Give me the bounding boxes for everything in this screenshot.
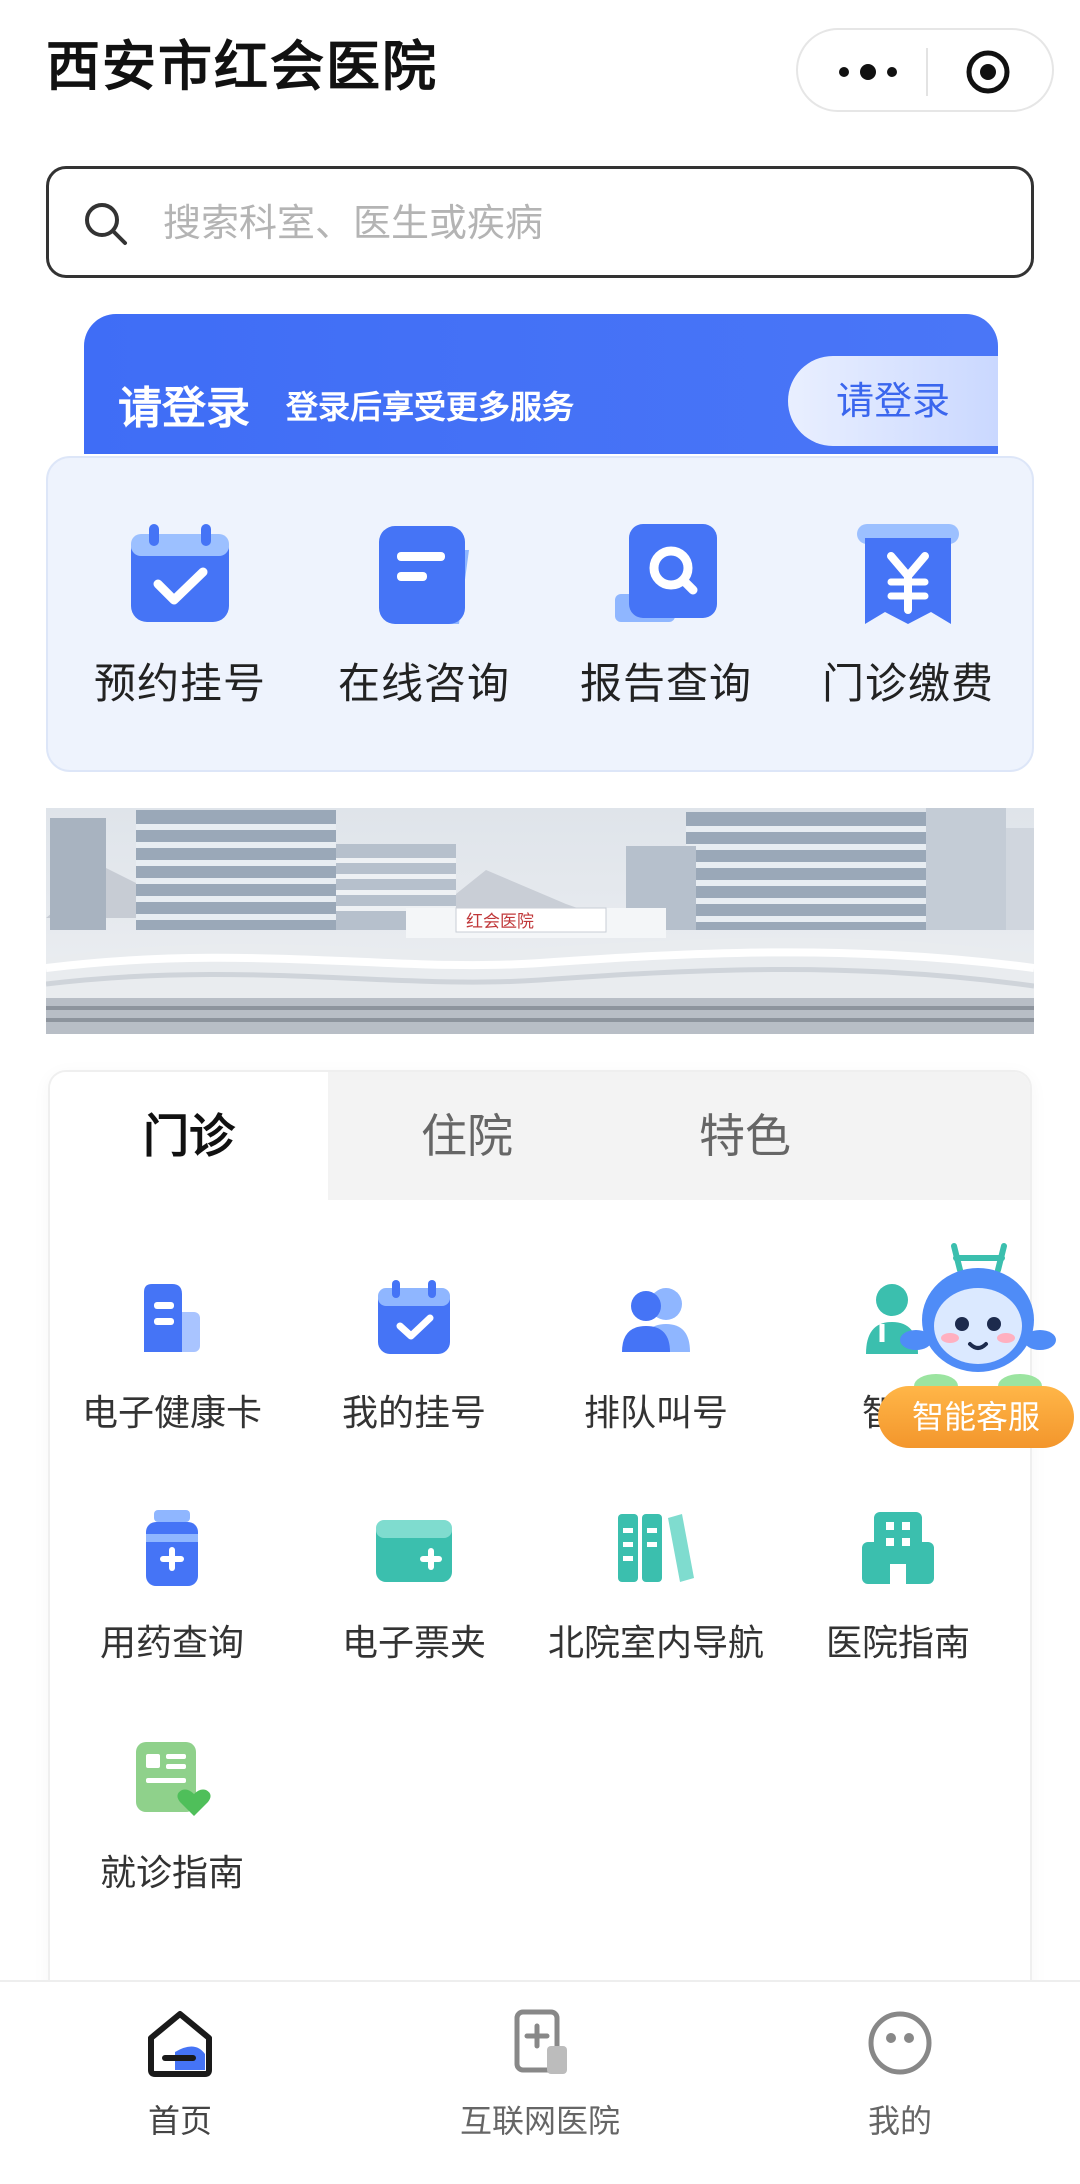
- service-indoor-navigation[interactable]: 北院室内导航: [536, 1508, 776, 1698]
- medicine-bottle-icon: [146, 1510, 198, 1586]
- calendar-check-icon: [378, 1280, 450, 1354]
- service-label: 排队叫号: [583, 1393, 728, 1434]
- internet-hospital-icon: [514, 2009, 567, 2074]
- more-dots-icon[interactable]: [828, 50, 908, 94]
- service-label: 电子票夹: [341, 1623, 486, 1664]
- mini-program-capsule: [796, 28, 1054, 112]
- service-label: 我的挂号: [341, 1393, 486, 1434]
- quick-action-appointment[interactable]: 预约挂号: [60, 520, 300, 720]
- tabbar-label: 我的: [867, 2102, 932, 2140]
- queue-people-icon: [622, 1288, 690, 1352]
- banner-sign-text: 红会医院: [466, 912, 534, 932]
- chat-document-icon: [379, 526, 469, 624]
- service-label: 用药查询: [99, 1623, 244, 1664]
- calendar-check-icon: [131, 524, 229, 622]
- service-queue[interactable]: 排队叫号: [536, 1278, 776, 1468]
- quick-action-payment[interactable]: 门诊缴费: [788, 520, 1028, 720]
- close-target-icon[interactable]: [964, 48, 1012, 96]
- login-button[interactable]: 请登录: [788, 356, 998, 446]
- login-title: 请登录: [118, 383, 250, 434]
- hospital-building-icon: [862, 1512, 934, 1584]
- hospital-banner-image[interactable]: 红会医院: [46, 808, 1034, 1034]
- service-ticket-wallet[interactable]: 电子票夹: [294, 1508, 534, 1698]
- page: 西安市红会医院 请登录 登录后享受更多服务 请登录: [0, 0, 1080, 2184]
- service-health-card[interactable]: 电子健康卡: [52, 1278, 292, 1468]
- home-icon: [148, 2011, 212, 2077]
- service-tabs: 门诊 住院 特色: [50, 1072, 1030, 1200]
- navigation-book-icon: [618, 1514, 694, 1582]
- login-banner: 请登录 登录后享受更多服务 请登录: [84, 314, 998, 454]
- tabbar-item-internet-hospital[interactable]: 互联网医院: [420, 2008, 660, 2168]
- quick-action-label: 预约挂号: [93, 659, 266, 708]
- tab-outpatient[interactable]: 门诊: [50, 1072, 328, 1200]
- guide-document-icon: [136, 1742, 211, 1816]
- capsule-divider: [926, 48, 928, 96]
- quick-action-report[interactable]: 报告查询: [546, 520, 786, 720]
- search-icon: [85, 203, 127, 245]
- search-input[interactable]: [161, 191, 1001, 255]
- robot-mascot-icon: [900, 1243, 1056, 1398]
- bottom-tab-bar: 首页 互联网医院 我的: [0, 1980, 1080, 2184]
- service-label: 电子健康卡: [81, 1393, 262, 1434]
- health-card-icon: [144, 1284, 200, 1352]
- quick-action-label: 报告查询: [579, 659, 752, 708]
- service-hospital-guide[interactable]: 医院指南: [778, 1508, 1018, 1698]
- tabbar-item-mine[interactable]: 我的: [780, 2008, 1020, 2168]
- tabbar-label: 互联网医院: [459, 2102, 620, 2140]
- smart-service-button[interactable]: 智能客服: [878, 1386, 1074, 1448]
- service-visit-guide[interactable]: 就诊指南: [52, 1738, 292, 1928]
- tabbar-item-home[interactable]: 首页: [60, 2008, 300, 2168]
- login-subtitle: 登录后享受更多服务: [286, 388, 575, 426]
- ticket-wallet-icon: [376, 1520, 452, 1582]
- service-label: 北院室内导航: [547, 1623, 764, 1664]
- tab-inpatient[interactable]: 住院: [328, 1072, 606, 1200]
- quick-action-label: 在线咨询: [337, 659, 510, 708]
- search-bar[interactable]: [46, 166, 1034, 278]
- service-label: 就诊指南: [99, 1853, 244, 1894]
- smart-service-float[interactable]: 智能客服: [878, 1240, 1074, 1448]
- header: 西安市红会医院: [0, 0, 1080, 140]
- tab-featured[interactable]: 特色: [606, 1072, 884, 1200]
- quick-action-label: 门诊缴费: [821, 659, 994, 708]
- quick-actions-panel: 预约挂号 在线咨询 报告查询 门诊缴费: [46, 456, 1034, 772]
- profile-face-icon: [868, 2011, 932, 2075]
- page-title: 西安市红会医院: [46, 35, 438, 98]
- services-card: 门诊 住院 特色 电子健康卡 我的挂号 排队叫号 用药查询 电子票夹 北院室内导…: [48, 1070, 1032, 1990]
- service-my-appointment[interactable]: 我的挂号: [294, 1278, 534, 1468]
- report-search-icon: [615, 524, 717, 622]
- service-label: 医院指南: [825, 1623, 970, 1664]
- quick-action-consult[interactable]: 在线咨询: [304, 520, 544, 720]
- service-medicine[interactable]: 用药查询: [52, 1508, 292, 1698]
- payment-yen-icon: [857, 524, 959, 624]
- hospital-building-illustration: 红会医院: [46, 808, 1034, 1034]
- tabbar-label: 首页: [147, 2102, 212, 2140]
